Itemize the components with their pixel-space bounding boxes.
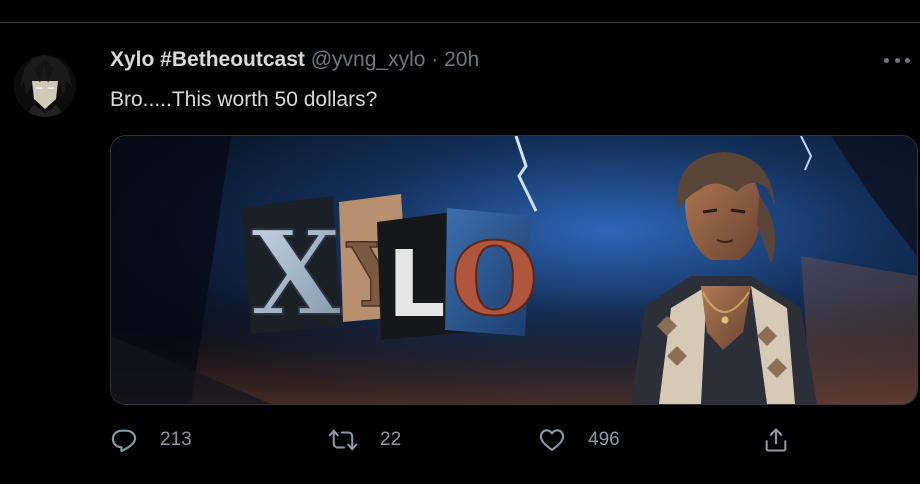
share-icon bbox=[765, 428, 787, 452]
share-button[interactable] bbox=[762, 425, 790, 455]
author-name[interactable]: Xylo #Betheoutcast bbox=[110, 48, 305, 71]
tweet-media[interactable]: X Y L O bbox=[110, 135, 918, 405]
reply-count: 213 bbox=[160, 429, 192, 450]
tweet-header: Xylo #Betheoutcast @yvng_xylo · 20h bbox=[110, 47, 479, 73]
logo-letter-o: O bbox=[451, 220, 538, 338]
author-handle[interactable]: @yvng_xylo bbox=[311, 48, 426, 71]
logo-letter-x: X bbox=[251, 206, 341, 342]
media-image: X Y L O bbox=[111, 136, 917, 404]
xylo-logo: X Y L O bbox=[241, 194, 539, 343]
more-icon[interactable] bbox=[884, 53, 910, 67]
like-button[interactable]: 496 bbox=[538, 425, 620, 455]
separator-dot: · bbox=[431, 48, 439, 71]
retweet-count: 22 bbox=[380, 429, 402, 450]
tweet-text: Bro.....This worth 50 dollars? bbox=[110, 88, 378, 111]
avatar[interactable] bbox=[14, 55, 76, 117]
tweet-card[interactable]: Xylo #Betheoutcast @yvng_xylo · 20h Bro.… bbox=[0, 23, 920, 484]
action-bar: 213 22 496 bbox=[110, 425, 810, 455]
like-icon bbox=[539, 429, 565, 451]
retweet-icon bbox=[328, 429, 358, 451]
reply-button[interactable]: 213 bbox=[110, 425, 192, 455]
timestamp[interactable]: 20h bbox=[444, 48, 479, 71]
logo-letter-l: L bbox=[387, 231, 446, 338]
avatar-image bbox=[14, 55, 76, 117]
like-count: 496 bbox=[588, 429, 620, 450]
reply-icon bbox=[111, 429, 137, 453]
retweet-button[interactable]: 22 bbox=[328, 425, 401, 455]
